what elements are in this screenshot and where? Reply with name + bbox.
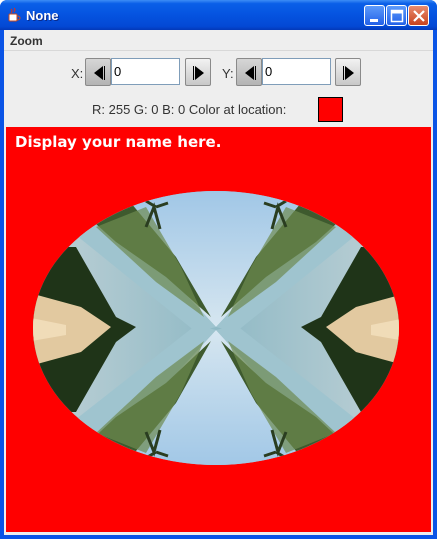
client-area: Zoom X: Y: [4,30,433,535]
x-prev-button[interactable] [85,58,111,86]
arrow-right-icon [193,66,204,80]
y-next-button[interactable] [335,58,361,86]
arrow-left-icon [245,66,256,80]
minimize-icon [370,19,378,22]
window-title: None [26,8,59,23]
arrow-left-icon [94,66,105,80]
close-button[interactable] [408,5,429,26]
minimize-button[interactable] [364,5,385,26]
x-label: X: [71,66,84,81]
maximize-icon [390,9,404,23]
title-bar[interactable]: None [0,0,437,30]
maximize-button[interactable] [386,5,407,26]
picture-canvas[interactable]: Display your name here. [6,127,431,532]
y-label: Y: [222,66,234,81]
color-swatch [318,97,343,122]
menu-zoom[interactable]: Zoom [10,34,43,48]
window-frame-bottom [0,535,437,539]
x-field[interactable] [111,58,180,85]
coordinate-controls: X: Y: [4,52,433,94]
color-readout: R: 255 G: 0 B: 0 Color at location: [92,102,287,117]
x-next-button[interactable] [185,58,211,86]
canvas-caption: Display your name here. [15,133,222,151]
close-icon [413,10,425,22]
y-field[interactable] [262,58,331,85]
application-window: None Zoom X: 0 Y: 0 R: 255 G: 0 B: 0 Col… [0,0,437,539]
color-info-row: R: 255 G: 0 B: 0 Color at location: [4,96,433,124]
menu-bar: Zoom [4,30,433,51]
arrow-right-icon [343,66,354,80]
java-cup-icon[interactable] [6,7,22,23]
mirrored-landscape-photo [33,191,399,465]
y-prev-button[interactable] [236,58,262,86]
